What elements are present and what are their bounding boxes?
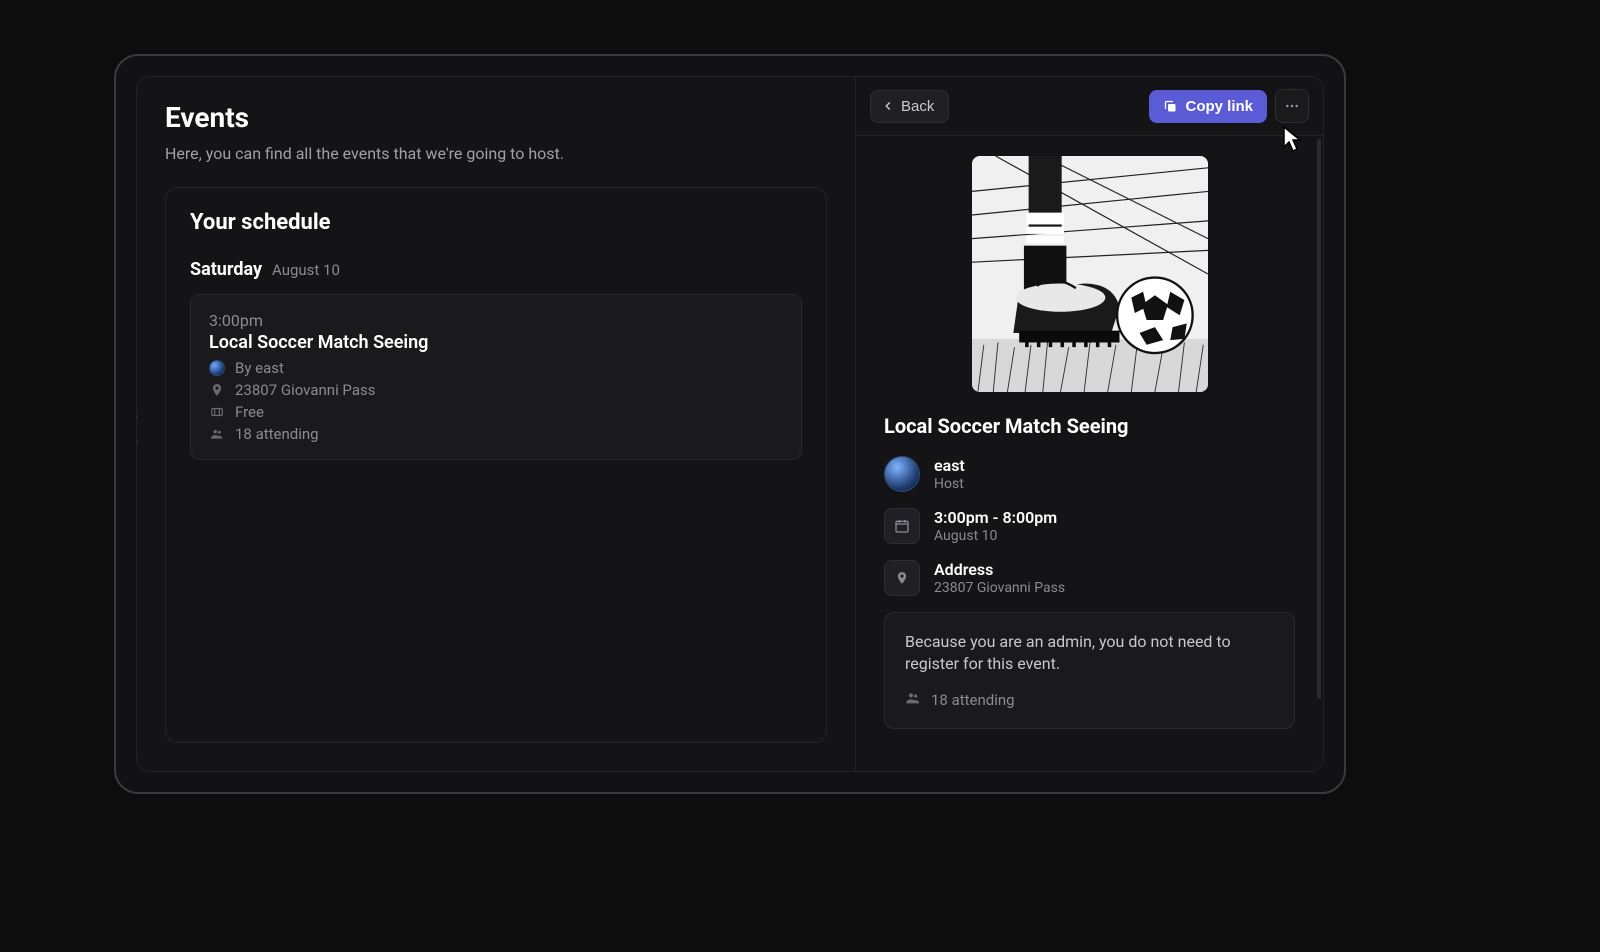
copy-link-button[interactable]: Copy link bbox=[1149, 90, 1267, 123]
location-icon bbox=[884, 560, 920, 596]
detail-where-row: Address 23807 Giovanni Pass bbox=[884, 560, 1295, 596]
event-price-text: Free bbox=[235, 403, 264, 421]
event-attending-row: 18 attending bbox=[209, 425, 783, 443]
schedule-heading: Your schedule bbox=[190, 210, 802, 235]
ellipsis-icon bbox=[1284, 98, 1300, 114]
calendar-icon bbox=[884, 508, 920, 544]
detail-panel: Back Copy link bbox=[855, 77, 1323, 771]
app-inner: ❲ Events Here, you can find all the even… bbox=[136, 76, 1324, 772]
event-time: 3:00pm bbox=[209, 311, 783, 330]
event-host-row: By east bbox=[209, 359, 783, 377]
day-name: Saturday bbox=[190, 259, 262, 280]
event-location-text: 23807 Giovanni Pass bbox=[235, 381, 375, 399]
people-icon bbox=[209, 426, 225, 442]
scrollbar[interactable] bbox=[1317, 139, 1321, 699]
back-button[interactable]: Back bbox=[870, 90, 949, 123]
ticket-icon bbox=[209, 404, 225, 420]
detail-body: Local Soccer Match Seeing east Host 3:00… bbox=[856, 136, 1323, 757]
event-host-text: By east bbox=[235, 359, 284, 377]
collapse-handle[interactable]: ❲ bbox=[136, 410, 146, 443]
people-icon bbox=[905, 690, 921, 710]
back-label: Back bbox=[901, 98, 934, 115]
host-name: east bbox=[934, 456, 965, 475]
page-subtitle: Here, you can find all the events that w… bbox=[165, 144, 827, 163]
detail-when-row: 3:00pm - 8:00pm August 10 bbox=[884, 508, 1295, 544]
event-price-row: Free bbox=[209, 403, 783, 421]
copy-link-label: Copy link bbox=[1185, 98, 1253, 115]
event-attending-text: 18 attending bbox=[235, 425, 319, 443]
detail-header: Back Copy link bbox=[856, 77, 1323, 136]
detail-event-title: Local Soccer Match Seeing bbox=[884, 414, 1295, 438]
host-role: Host bbox=[934, 476, 965, 492]
event-card[interactable]: 3:00pm Local Soccer Match Seeing By east… bbox=[190, 294, 802, 460]
host-avatar-small bbox=[209, 360, 225, 376]
schedule-panel: Your schedule Saturday August 10 3:00pm … bbox=[165, 187, 827, 743]
more-options-button[interactable] bbox=[1275, 89, 1309, 123]
address-label: Address bbox=[934, 560, 1065, 579]
detail-attending-text: 18 attending bbox=[931, 691, 1015, 709]
detail-host-row: east Host bbox=[884, 456, 1295, 492]
day-date: August 10 bbox=[272, 261, 340, 279]
detail-attending-row: 18 attending bbox=[905, 690, 1274, 710]
page-title: Events bbox=[165, 101, 827, 134]
host-avatar[interactable] bbox=[884, 456, 920, 492]
location-pin-icon bbox=[209, 382, 225, 398]
event-hero-image bbox=[972, 156, 1208, 392]
event-location-row: 23807 Giovanni Pass bbox=[209, 381, 783, 399]
left-column: ❲ Events Here, you can find all the even… bbox=[137, 77, 855, 771]
app-frame: ❲ Events Here, you can find all the even… bbox=[114, 54, 1346, 794]
admin-notice-text: Because you are an admin, you do not nee… bbox=[905, 631, 1274, 676]
copy-icon bbox=[1163, 99, 1178, 114]
address-value: 23807 Giovanni Pass bbox=[934, 580, 1065, 596]
event-name: Local Soccer Match Seeing bbox=[209, 332, 783, 353]
chevron-left-icon bbox=[881, 99, 895, 113]
admin-notice-box: Because you are an admin, you do not nee… bbox=[884, 612, 1295, 729]
event-date: August 10 bbox=[934, 528, 1057, 544]
day-header: Saturday August 10 bbox=[190, 259, 802, 280]
time-range: 3:00pm - 8:00pm bbox=[934, 508, 1057, 527]
